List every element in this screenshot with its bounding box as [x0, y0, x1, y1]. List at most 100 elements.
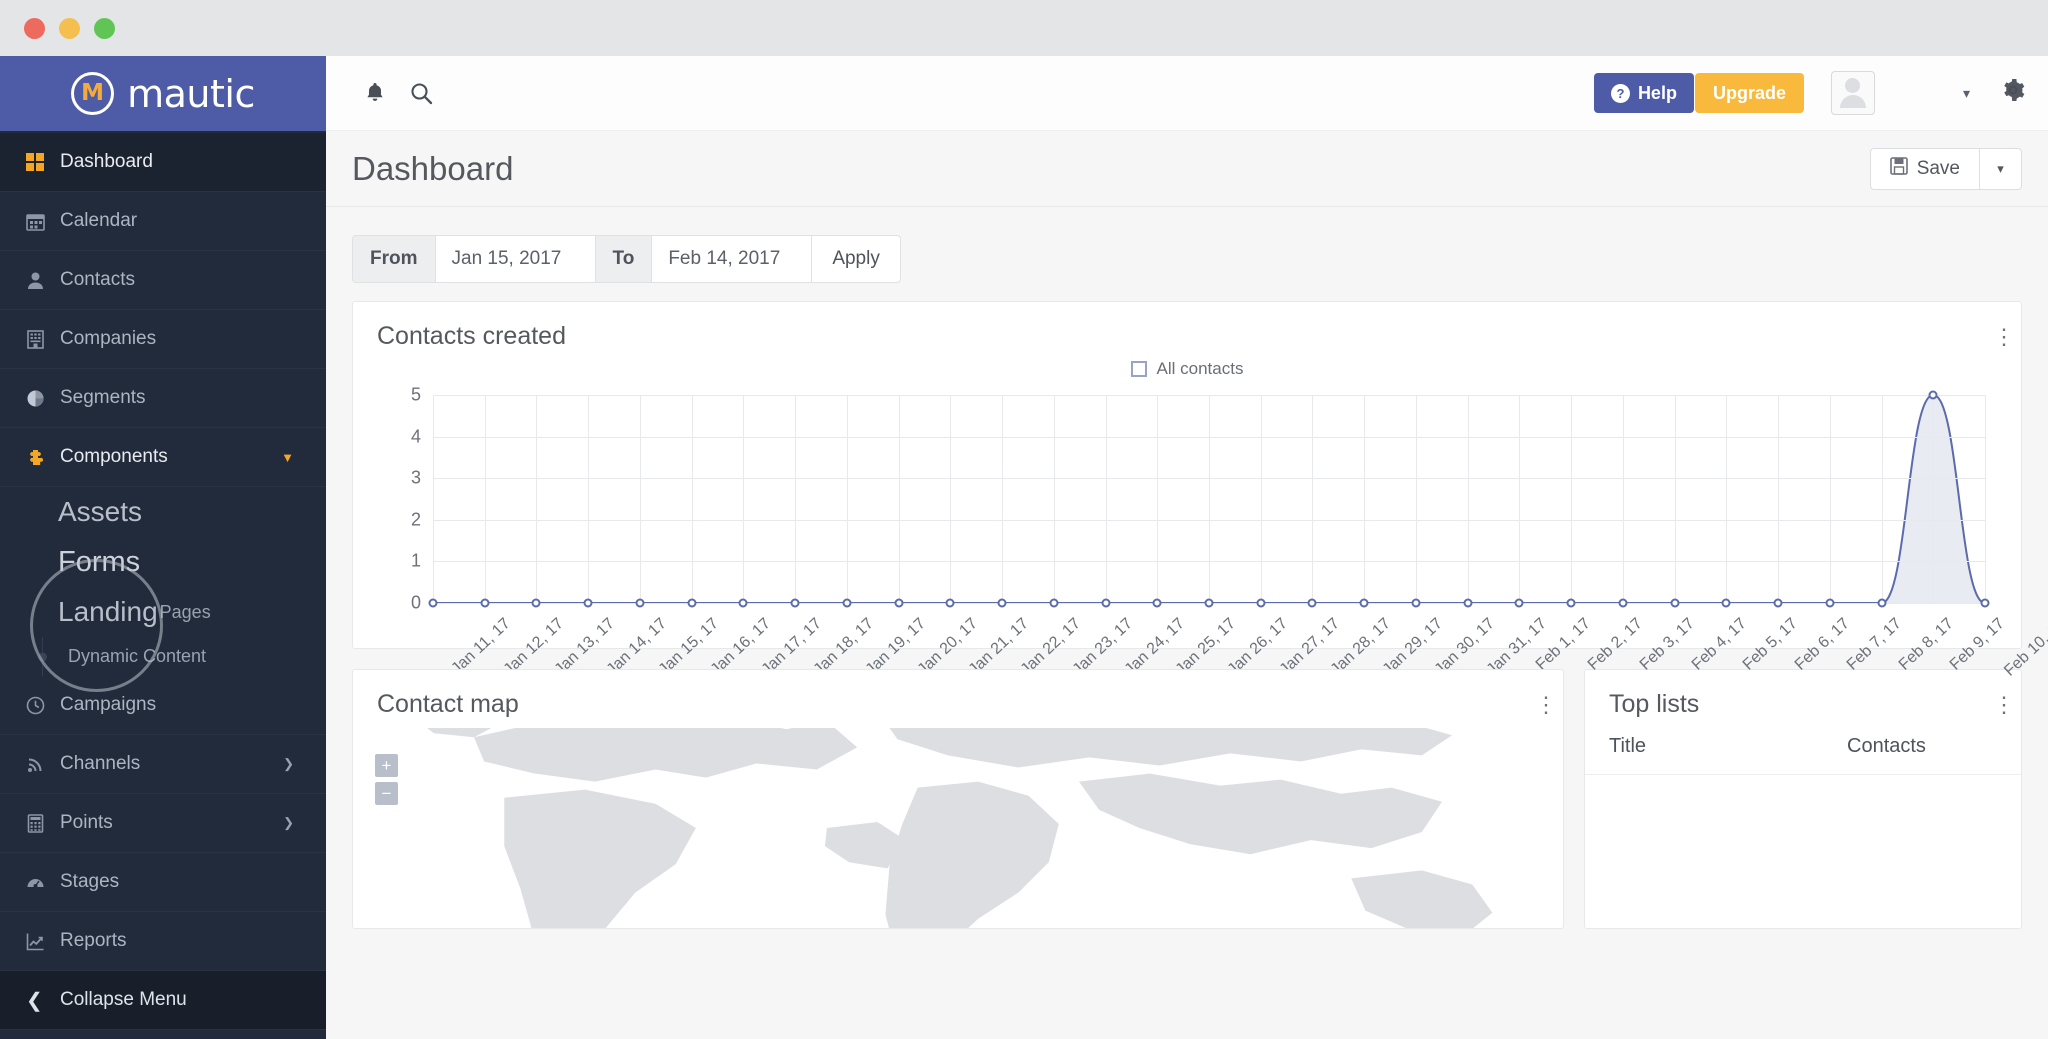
- chart-data-point[interactable]: [1721, 598, 1731, 608]
- gear-icon[interactable]: [2000, 77, 2026, 110]
- chart-data-point[interactable]: [428, 598, 438, 608]
- sidebar-subitem-forms[interactable]: Forms: [0, 537, 326, 587]
- sidebar-item-label: Segments: [60, 387, 146, 408]
- chart-data-point[interactable]: [1101, 598, 1111, 608]
- window-close-button[interactable]: [24, 17, 45, 39]
- chart-data-point[interactable]: [1514, 598, 1524, 608]
- sidebar-item-channels[interactable]: Channels ❯: [0, 735, 326, 794]
- chart-data-point[interactable]: [1928, 390, 1938, 400]
- y-axis-tick-label: 2: [410, 509, 421, 530]
- clock-icon: [26, 696, 60, 715]
- to-date-input[interactable]: Feb 14, 2017: [652, 235, 813, 283]
- x-axis-tick-label: Feb 8, 17: [1895, 615, 1957, 674]
- avatar-figure: [1839, 78, 1866, 108]
- chart-data-point[interactable]: [1256, 598, 1266, 608]
- y-axis-tick-label: 0: [410, 592, 421, 613]
- sidebar-item-contacts[interactable]: Contacts: [0, 251, 326, 310]
- chart-data-point[interactable]: [1670, 598, 1680, 608]
- chart-data-point[interactable]: [480, 598, 490, 608]
- chart-data-point[interactable]: [583, 598, 593, 608]
- chart-data-point[interactable]: [635, 598, 645, 608]
- sidebar-item-calendar[interactable]: Calendar: [0, 192, 326, 251]
- x-axis-tick-label: Feb 9, 17: [1947, 615, 2009, 674]
- window-maximize-button[interactable]: [94, 17, 115, 39]
- gridline-vertical: [1467, 395, 1469, 603]
- kebab-menu-icon[interactable]: ⋮: [1993, 693, 2015, 715]
- from-date-input[interactable]: Jan 15, 2017: [435, 235, 596, 283]
- chevron-right-icon[interactable]: ❯: [283, 815, 294, 831]
- kebab-menu-icon[interactable]: ⋮: [1993, 325, 2015, 347]
- legend-swatch-all-contacts[interactable]: [1130, 361, 1147, 377]
- chart-data-point[interactable]: [1773, 598, 1783, 608]
- user-icon: [26, 271, 60, 290]
- bell-icon[interactable]: [352, 70, 398, 116]
- gridline-vertical: [846, 395, 848, 603]
- sidebar-item-stages[interactable]: Stages: [0, 853, 326, 912]
- brand-name: mautic: [127, 71, 255, 116]
- gridline-vertical: [795, 395, 797, 603]
- save-button[interactable]: Save: [1869, 147, 1980, 190]
- sidebar-subitem-assets[interactable]: Assets: [0, 487, 326, 537]
- brand-logo[interactable]: M mautic: [0, 56, 326, 131]
- chart-data-point[interactable]: [1359, 598, 1369, 608]
- gridline-vertical: [950, 395, 952, 603]
- mautic-logo-icon: M: [71, 72, 115, 115]
- sidebar-item-label: Contacts: [60, 269, 135, 290]
- sidebar-item-points[interactable]: Points ❯: [0, 794, 326, 853]
- filter-bar: From Jan 15, 2017 To Feb 14, 2017 Apply: [326, 207, 2048, 301]
- map-zoom-in-button[interactable]: +: [375, 754, 398, 777]
- gridline-vertical: [1105, 395, 1107, 603]
- sidebar-item-companies[interactable]: Companies: [0, 310, 326, 369]
- sidebar-item-dashboard[interactable]: Dashboard: [0, 133, 326, 192]
- chart-data-point[interactable]: [738, 598, 748, 608]
- chart-data-point[interactable]: [1307, 598, 1317, 608]
- sidebar-item-label: Campaigns: [60, 694, 157, 715]
- chart-data-point[interactable]: [1152, 598, 1162, 608]
- help-button[interactable]: ? Help: [1593, 73, 1694, 113]
- chart-data-point[interactable]: [790, 598, 800, 608]
- chart-data-point[interactable]: [894, 598, 904, 608]
- chevron-right-icon[interactable]: ❯: [283, 756, 294, 772]
- sidebar-item-segments[interactable]: Segments: [0, 369, 326, 428]
- chart-data-point[interactable]: [531, 598, 541, 608]
- save-options-caret-icon[interactable]: ▾: [1980, 147, 2022, 190]
- chart-data-point[interactable]: [1204, 598, 1214, 608]
- sidebar-subitem-dynamic-content[interactable]: Dynamic Content: [0, 637, 326, 676]
- chart-data-point[interactable]: [842, 598, 852, 608]
- sidebar-item-campaigns[interactable]: Campaigns: [0, 676, 326, 735]
- upgrade-button[interactable]: Upgrade: [1694, 73, 1804, 113]
- chart-data-point[interactable]: [1566, 598, 1576, 608]
- sidebar-subitem-label: Assets: [58, 496, 143, 527]
- apply-button[interactable]: Apply: [812, 235, 901, 283]
- gridline-vertical: [1415, 395, 1417, 603]
- gridline-vertical: [588, 395, 590, 603]
- main-content: ? Help Upgrade ▾ Dashboard Save ▾ From J…: [326, 56, 2048, 1039]
- chart-data-point[interactable]: [687, 598, 697, 608]
- chart-data-point[interactable]: [1411, 598, 1421, 608]
- kebab-menu-icon[interactable]: ⋮: [1535, 693, 1557, 715]
- sidebar-subitem-label: Dynamic Content: [68, 646, 207, 666]
- contact-map-panel: Contact map ⋮ + −: [352, 669, 1564, 929]
- collapse-menu-button[interactable]: ❮ Collapse Menu: [0, 971, 326, 1030]
- window-minimize-button[interactable]: [59, 17, 80, 39]
- chevron-down-icon[interactable]: ▼: [281, 450, 294, 465]
- avatar[interactable]: [1830, 71, 1875, 115]
- chart-data-point[interactable]: [1049, 598, 1059, 608]
- chart-data-point[interactable]: [1877, 598, 1887, 608]
- chart-data-point[interactable]: [1980, 598, 1990, 608]
- collapse-menu-label: Collapse Menu: [60, 989, 187, 1010]
- map-zoom-out-button[interactable]: −: [375, 782, 398, 805]
- chart-data-point[interactable]: [1825, 598, 1835, 608]
- app-container: M mautic Dashboard Calendar Contacts Com…: [0, 56, 2048, 1039]
- chart-data-point[interactable]: [997, 598, 1007, 608]
- sidebar-subitem-landing-pages[interactable]: Landing Pages: [0, 587, 326, 637]
- chart-data-point[interactable]: [1463, 598, 1473, 608]
- user-menu-caret-icon[interactable]: ▾: [1963, 85, 1970, 102]
- search-icon[interactable]: [398, 70, 444, 116]
- sidebar-item-label: Reports: [60, 930, 127, 951]
- world-map[interactable]: [353, 728, 1563, 928]
- chart-data-point[interactable]: [945, 598, 955, 608]
- sidebar-item-reports[interactable]: Reports: [0, 912, 326, 971]
- sidebar-item-components[interactable]: Components ▼: [0, 428, 326, 487]
- chart-data-point[interactable]: [1618, 598, 1628, 608]
